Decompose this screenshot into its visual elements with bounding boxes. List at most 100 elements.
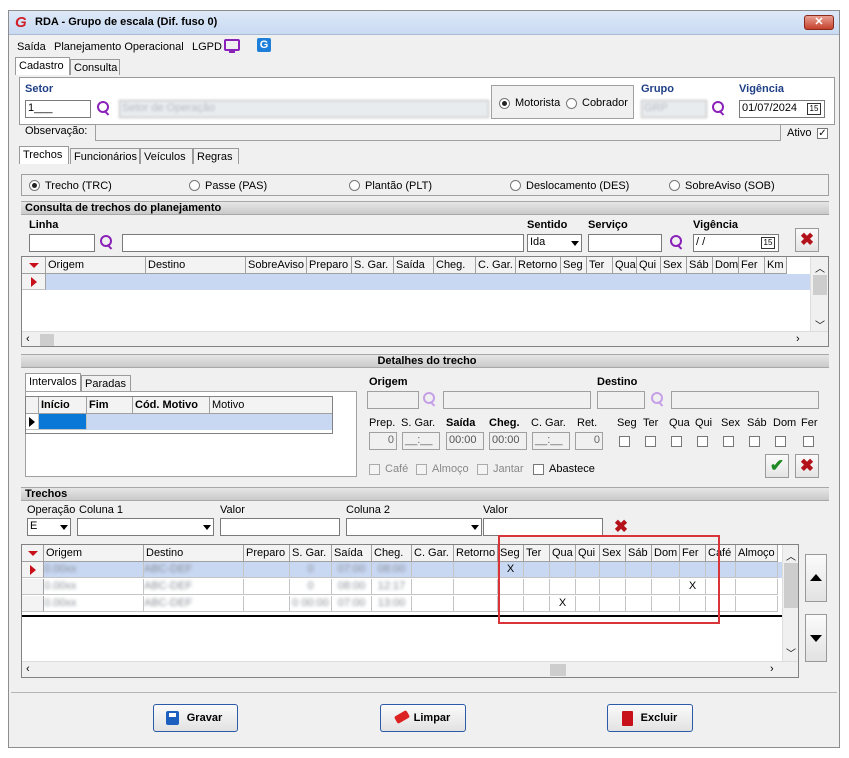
consulta-vscroll[interactable]: ︿ ﹀ <box>810 257 828 332</box>
table-row[interactable]: 0.00xx ABC-DEF 0 07:00 08:00 X <box>22 562 782 578</box>
consulta-col[interactable]: Seg <box>561 257 587 274</box>
det-day-checkbox[interactable] <box>671 436 682 447</box>
col-fim[interactable]: Fim <box>87 397 133 414</box>
table-cell[interactable]: 0 <box>290 562 332 578</box>
trechos-col[interactable]: Qui <box>576 545 600 562</box>
inicio-cell[interactable] <box>39 414 87 430</box>
table-cell[interactable] <box>600 596 626 612</box>
consulta-col[interactable]: Saída <box>394 257 434 274</box>
table-cell[interactable]: X <box>680 579 706 595</box>
tab-veiculos[interactable]: Veículos <box>140 148 193 164</box>
table-cell[interactable]: 08:00 <box>332 579 372 595</box>
consulta-col[interactable]: Km <box>765 257 787 274</box>
setor-code-input[interactable]: 1___ <box>25 100 91 118</box>
trechos-col[interactable]: Destino <box>144 545 244 562</box>
consulta-col[interactable]: Dom <box>713 257 739 274</box>
trechos-col[interactable]: Origem <box>44 545 144 562</box>
app-shortcut-icon[interactable]: G <box>257 38 271 52</box>
table-cell[interactable]: 13:00 <box>372 596 412 612</box>
table-cell[interactable] <box>454 562 498 578</box>
trechos-col[interactable]: Dom <box>652 545 680 562</box>
table-cell[interactable] <box>652 562 680 578</box>
table-cell[interactable] <box>576 562 600 578</box>
menu-planejamento[interactable]: Planejamento Operacional <box>54 41 184 53</box>
consulta-col[interactable]: Qua <box>613 257 637 274</box>
consulta-col[interactable]: Retorno <box>516 257 561 274</box>
table-cell[interactable]: 0.00xx <box>44 579 144 595</box>
table-cell[interactable] <box>626 596 652 612</box>
col-cod-motivo[interactable]: Cód. Motivo <box>133 397 210 414</box>
menu-saida[interactable]: Saída <box>17 41 46 53</box>
sentido-select[interactable]: Ida <box>527 234 582 252</box>
menu-lgpd[interactable]: LGPD <box>192 41 222 53</box>
det-day-checkbox[interactable] <box>723 436 734 447</box>
trecho-radio[interactable] <box>29 180 40 191</box>
table-cell[interactable] <box>576 579 600 595</box>
table-cell[interactable] <box>706 596 736 612</box>
trechos-col[interactable]: Sáb <box>626 545 652 562</box>
table-cell[interactable] <box>652 596 680 612</box>
table-cell[interactable] <box>498 579 524 595</box>
trechos-vscroll[interactable]: ︿ ﹀ <box>782 545 798 661</box>
table-cell[interactable]: 07:00 <box>332 596 372 612</box>
table-cell[interactable]: 12:17 <box>372 579 412 595</box>
table-cell[interactable]: X <box>498 562 524 578</box>
trechos-col[interactable]: Qua <box>550 545 576 562</box>
scroll-up-icon[interactable]: ︿ <box>815 260 825 275</box>
table-cell[interactable]: 0 <box>290 579 332 595</box>
table-cell[interactable] <box>412 596 454 612</box>
tab-cadastro[interactable]: Cadastro <box>15 57 70 75</box>
consulta-col[interactable]: S. Gar. <box>352 257 394 274</box>
trechos-col[interactable]: Sex <box>600 545 626 562</box>
consulta-hscroll-thumb[interactable] <box>40 334 54 346</box>
trechos-col[interactable]: Cheg. <box>372 545 412 562</box>
linha-desc-input[interactable] <box>122 234 524 252</box>
gravar-button[interactable]: Gravar <box>153 704 238 732</box>
table-cell[interactable] <box>600 562 626 578</box>
excluir-button[interactable]: Excluir <box>607 704 693 732</box>
table-cell[interactable] <box>626 562 652 578</box>
trechos-col[interactable]: Saída <box>332 545 372 562</box>
linha-input[interactable] <box>29 234 95 252</box>
scroll-right-icon[interactable]: › <box>796 333 800 345</box>
plantao-radio[interactable] <box>349 180 360 191</box>
cafe-checkbox[interactable] <box>369 464 380 475</box>
tab-funcionarios[interactable]: Funcionários <box>70 148 140 164</box>
table-row[interactable]: 0.00xx ABC-DEF 0 00:00 07:00 13:00 X <box>22 596 782 612</box>
table-cell[interactable]: 0 00:00 <box>290 596 332 612</box>
table-cell[interactable] <box>550 562 576 578</box>
table-cell[interactable]: 08:00 <box>372 562 412 578</box>
det-day-checkbox[interactable] <box>749 436 760 447</box>
det-origem-desc[interactable] <box>443 391 591 409</box>
operacao-select[interactable]: E <box>27 518 71 536</box>
servico-search-icon[interactable] <box>668 234 686 252</box>
cgar-input[interactable]: __:__ <box>532 432 570 450</box>
observacao-input[interactable] <box>95 124 781 141</box>
table-cell[interactable] <box>524 562 550 578</box>
trechos-col[interactable]: Preparo <box>244 545 290 562</box>
table-cell[interactable] <box>454 579 498 595</box>
monitor-icon[interactable] <box>224 39 240 51</box>
table-cell[interactable] <box>626 579 652 595</box>
limpar-button[interactable]: Limpar <box>380 704 466 732</box>
table-cell[interactable] <box>454 596 498 612</box>
table-cell[interactable] <box>652 579 680 595</box>
table-cell[interactable]: 0.00xx <box>44 562 144 578</box>
tab-intervalos[interactable]: Intervalos <box>25 373 81 391</box>
trechos-hscroll-thumb[interactable] <box>550 664 566 676</box>
table-cell[interactable] <box>550 579 576 595</box>
trechos-col[interactable]: S. Gar. <box>290 545 332 562</box>
table-cell[interactable] <box>706 562 736 578</box>
det-day-checkbox[interactable] <box>775 436 786 447</box>
ativo-checkbox[interactable]: ✓ <box>817 128 828 139</box>
almoco-checkbox[interactable] <box>416 464 427 475</box>
filter-clear-icon[interactable]: ✖ <box>611 516 631 538</box>
confirm-trecho-button[interactable]: ✔ <box>765 454 789 478</box>
valor2-input[interactable] <box>483 518 603 536</box>
coluna1-select[interactable] <box>77 518 214 536</box>
table-cell[interactable]: ABC-DEF <box>144 562 244 578</box>
table-cell[interactable] <box>244 579 290 595</box>
sgar-input[interactable]: __:__ <box>402 432 440 450</box>
table-cell[interactable]: 0.00xx <box>44 596 144 612</box>
tab-consulta[interactable]: Consulta <box>70 59 120 75</box>
